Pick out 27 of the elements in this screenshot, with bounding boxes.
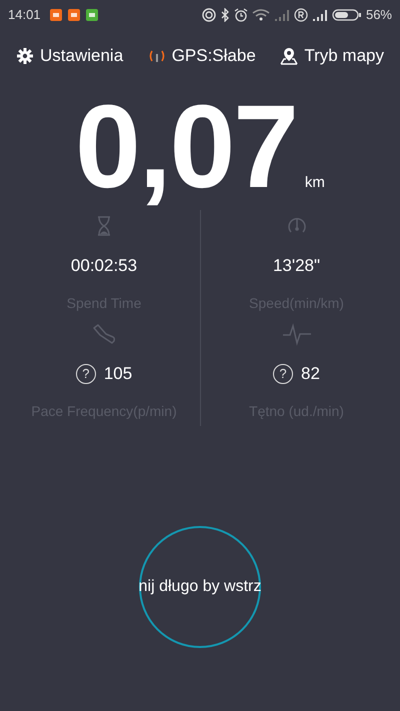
header-button[interactable]: GPS:Słabe (148, 43, 256, 69)
clock: 14:01 (8, 6, 41, 24)
battery-icon (332, 8, 362, 22)
stat-value: 82 (301, 362, 320, 385)
battery-level: 56% (366, 6, 392, 24)
help-icon: ? (273, 364, 294, 384)
signal-icon (274, 8, 290, 22)
gear-icon (16, 47, 34, 65)
distance-value: 0,07 (75, 88, 297, 206)
pulse-line-icon (282, 322, 312, 346)
stat-value: 13'28" (272, 254, 320, 277)
stat-value: 105 (104, 362, 132, 385)
roaming-icon (294, 8, 308, 22)
map-pin-icon (280, 47, 298, 65)
distance-unit: km (304, 172, 325, 192)
alarm-icon (234, 8, 248, 22)
header-button[interactable]: Ustawienia (16, 43, 124, 69)
start-button[interactable]: nij długo by wstrz (139, 526, 261, 648)
notification-icon (84, 8, 99, 22)
notification-icon (66, 8, 81, 22)
bluetooth-icon (220, 8, 230, 22)
header-button[interactable]: Tryb mapy (280, 43, 384, 69)
notification-icon (48, 8, 63, 22)
stat-value: 00:02:53 (70, 254, 138, 277)
help-icon: ? (76, 364, 96, 384)
signal-icon (312, 8, 328, 22)
wifi-icon (252, 8, 270, 22)
